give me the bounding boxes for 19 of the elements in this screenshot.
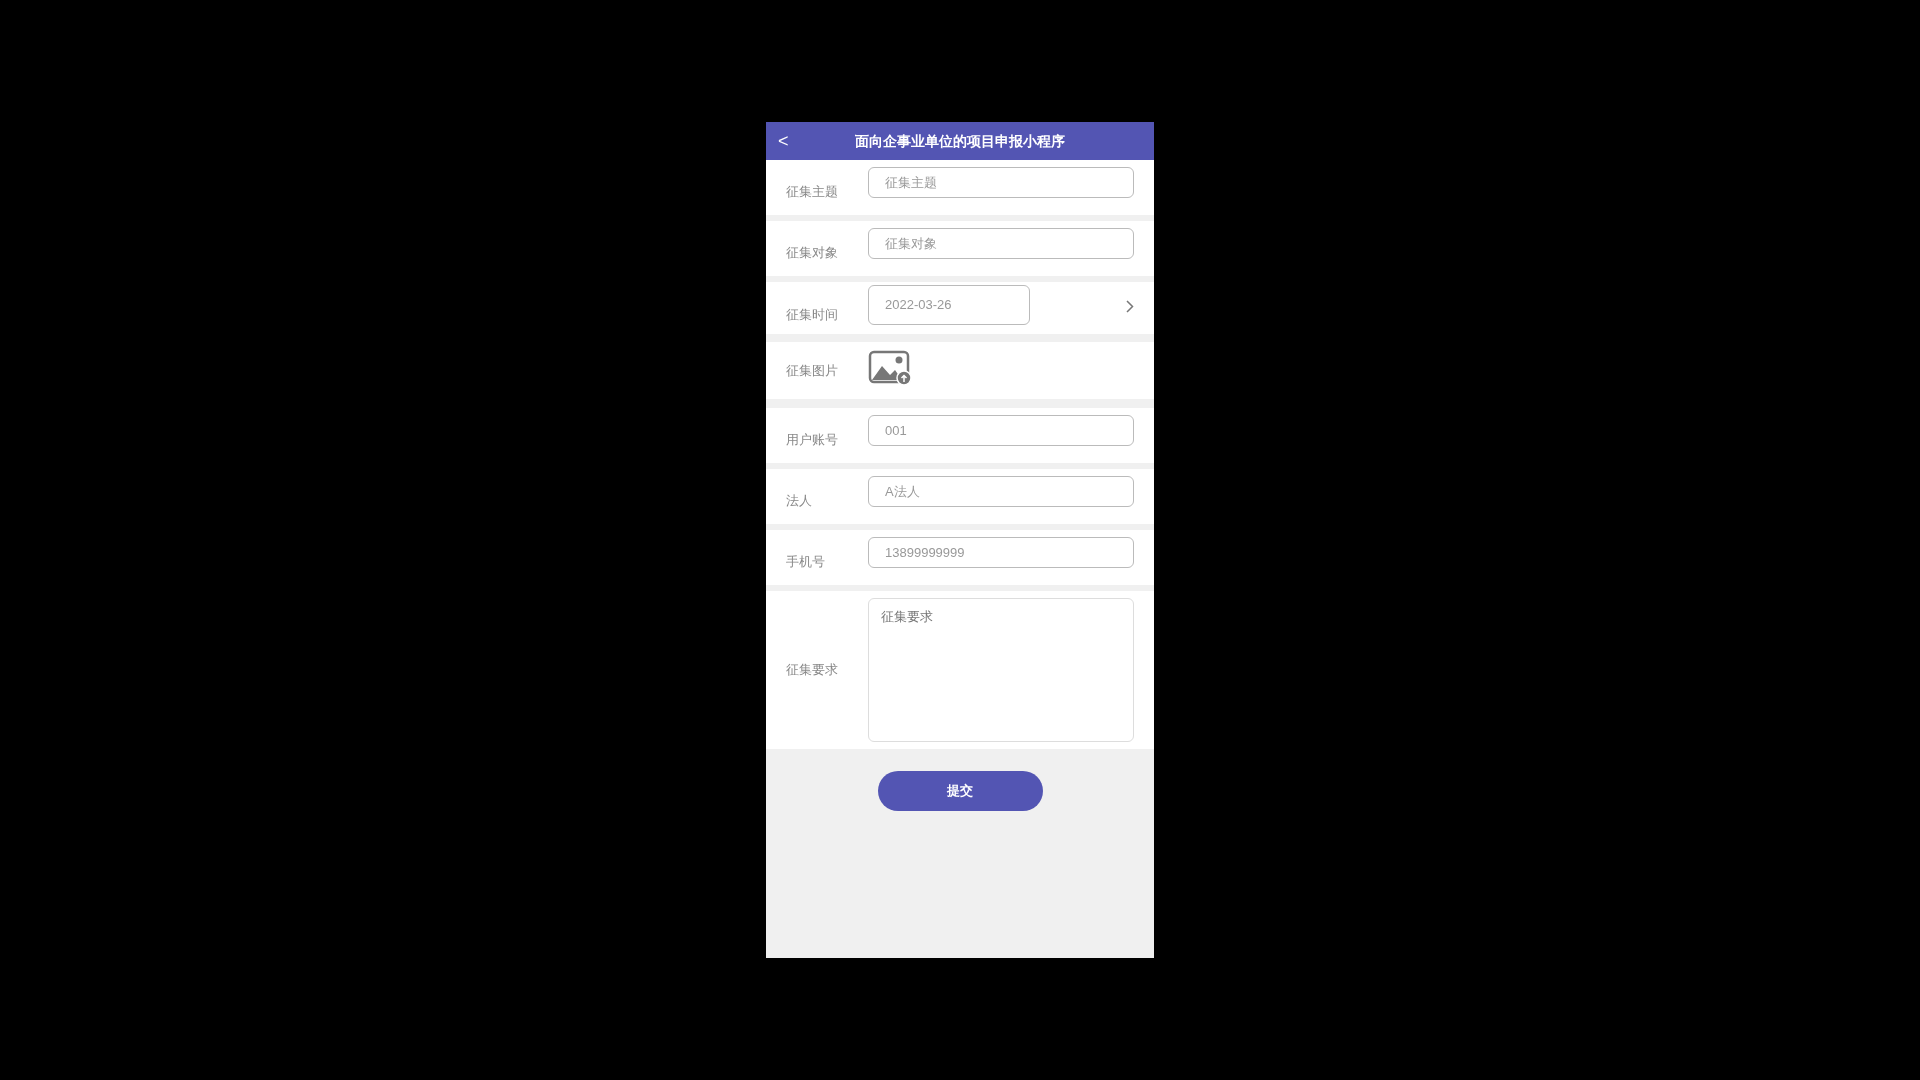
field-label: 用户账号 [786,430,839,449]
field-label: 征集时间 [786,305,839,324]
chevron-right-icon[interactable] [1126,299,1134,313]
text-field[interactable]: 征集对象 [868,228,1134,259]
submit-button[interactable]: 提交 [877,771,1043,811]
back-button[interactable]: < [778,132,798,150]
text-field[interactable]: A法人 [868,476,1134,507]
requirements-field[interactable]: 征集要求 [868,598,1134,742]
field-label: 法人 [786,491,813,510]
field-label: 征集对象 [786,243,839,262]
text-field[interactable]: 征集主题 [868,167,1134,198]
image-upload-icon[interactable] [868,349,912,386]
text-field[interactable]: 001 [868,415,1134,446]
field-label: 征集主题 [786,182,839,201]
text-field[interactable]: 13899999999 [868,537,1134,568]
field-label: 手机号 [786,552,826,571]
field-label: 征集图片 [786,361,839,380]
field-label: 征集要求 [786,661,839,680]
page-title: 面向企事业单位的项目申报小程序 [854,131,1066,151]
